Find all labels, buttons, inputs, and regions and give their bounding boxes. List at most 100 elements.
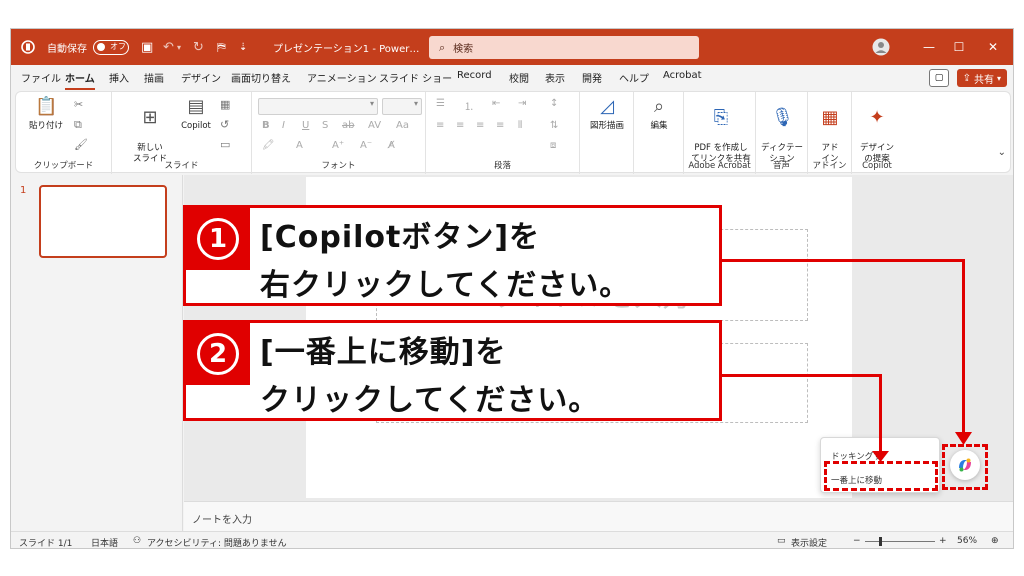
tab-transitions[interactable]: 画面切り替え bbox=[231, 70, 291, 85]
cut-icon[interactable]: ✂ bbox=[74, 98, 83, 111]
search-icon: ⌕ bbox=[439, 40, 446, 54]
search-box[interactable]: ⌕ 検索 bbox=[429, 36, 699, 59]
fit-slide-icon[interactable]: ⊕ bbox=[991, 536, 999, 546]
text-direction-icon[interactable]: ⇅ bbox=[550, 120, 558, 131]
bold-icon[interactable]: B bbox=[262, 120, 270, 131]
reset-icon[interactable]: ↺ bbox=[220, 118, 229, 131]
zoom-slider-thumb[interactable] bbox=[879, 537, 882, 546]
layout-icon[interactable]: ▦ bbox=[220, 98, 230, 111]
close-icon[interactable]: ✕ bbox=[975, 29, 1011, 65]
justify-icon[interactable]: ≡ bbox=[496, 120, 504, 131]
view-settings-icon: ▭ bbox=[777, 536, 786, 546]
chevron-down-icon: ▾ bbox=[996, 73, 1001, 83]
tab-developer[interactable]: 開発 bbox=[582, 70, 602, 85]
paste-button[interactable]: 📋 貼り付け bbox=[22, 96, 70, 132]
customize-toolbar-icon[interactable]: ⇣ bbox=[239, 29, 247, 65]
smartart-icon[interactable]: ⧈ bbox=[550, 140, 556, 151]
tab-acrobat[interactable]: Acrobat bbox=[663, 70, 702, 81]
maximize-icon[interactable]: ☐ bbox=[941, 29, 977, 65]
line-spacing-icon[interactable]: ↕ bbox=[550, 98, 558, 109]
present-icon[interactable]: ⛿ bbox=[217, 29, 226, 65]
align-right-icon[interactable]: ≡ bbox=[476, 120, 484, 131]
clear-format-icon[interactable]: A̸ bbox=[388, 140, 395, 151]
clipboard-group-label: クリップボード bbox=[33, 161, 94, 171]
tab-draw[interactable]: 描画 bbox=[144, 70, 164, 85]
underline-icon[interactable]: U bbox=[302, 120, 309, 131]
paste-icon: 📋 bbox=[35, 96, 58, 117]
bullets-icon[interactable]: ☰ bbox=[436, 98, 445, 109]
save-icon[interactable]: ▣ bbox=[141, 29, 153, 65]
step2-callout: 2 [一番上に移動]を クリックしてください。 bbox=[183, 320, 722, 421]
font-group-label: フォント bbox=[321, 161, 356, 171]
create-pdf-button[interactable]: ⎘ PDF を作成し てリンクを共有 bbox=[690, 96, 752, 165]
step1-connector-vertical bbox=[962, 259, 965, 437]
notes-placeholder: ノートを入力 bbox=[192, 515, 252, 526]
shrink-font-icon[interactable]: A⁻ bbox=[360, 140, 372, 151]
zoom-out-icon[interactable]: − bbox=[853, 536, 861, 546]
align-center-icon[interactable]: ≡ bbox=[456, 120, 464, 131]
tab-home[interactable]: ホーム bbox=[65, 70, 95, 90]
tab-record[interactable]: Record bbox=[457, 70, 492, 81]
account-avatar-icon[interactable] bbox=[863, 29, 899, 65]
case-icon[interactable]: Aa bbox=[396, 120, 409, 131]
tab-slideshow[interactable]: スライド ショー bbox=[379, 70, 452, 85]
zoom-level[interactable]: 56% bbox=[957, 536, 977, 546]
tab-animations[interactable]: アニメーション bbox=[307, 70, 377, 85]
shapes-button[interactable]: ◿ 図形描画 bbox=[583, 96, 631, 132]
tab-help[interactable]: ヘルプ bbox=[619, 70, 649, 85]
tab-review[interactable]: 校閲 bbox=[509, 70, 529, 85]
grow-font-icon[interactable]: A⁺ bbox=[332, 140, 344, 151]
strikethrough-icon[interactable]: ab bbox=[342, 120, 354, 131]
addins-button[interactable]: ▦ アド イン bbox=[806, 96, 854, 165]
notes-pane[interactable]: ノートを入力 bbox=[184, 501, 1013, 531]
comments-icon[interactable]: ▢ bbox=[929, 69, 949, 87]
outdent-icon[interactable]: ⇥ bbox=[518, 98, 526, 109]
powerpoint-logo-icon bbox=[21, 29, 35, 65]
edit-button[interactable]: ⌕ 編集 bbox=[635, 96, 683, 132]
view-settings[interactable]: 表示設定 bbox=[791, 536, 827, 548]
dictate-button[interactable]: 🎙 ディクテー ション bbox=[758, 96, 806, 165]
align-left-icon[interactable]: ≡ bbox=[436, 120, 444, 131]
redo-icon[interactable]: ↻ bbox=[193, 29, 204, 65]
group-voice: 🎙 ディクテー ション 音声 bbox=[756, 92, 808, 174]
ribbon: 📋 貼り付け ✂ ⧉ 🖌 クリップボード ⊞ 新しい スライド ▤ Copilo… bbox=[15, 91, 1011, 174]
zoom-in-icon[interactable]: + bbox=[939, 536, 947, 546]
copilot-ribbon-button[interactable]: ▤ Copilot bbox=[172, 96, 220, 132]
tab-file[interactable]: ファイル bbox=[21, 70, 61, 85]
language[interactable]: 日本語 bbox=[91, 536, 118, 548]
font-color-icon[interactable]: A bbox=[296, 140, 303, 151]
microphone-icon: 🎙 bbox=[771, 107, 794, 128]
paragraph-group-label: 段落 bbox=[493, 161, 511, 171]
tab-design[interactable]: デザイン bbox=[181, 70, 221, 85]
highlight-copilot-button bbox=[942, 444, 988, 490]
tab-view[interactable]: 表示 bbox=[545, 70, 565, 85]
share-button[interactable]: ⇪ 共有 ▾ bbox=[956, 69, 1007, 87]
shadow-icon[interactable]: S bbox=[322, 120, 328, 131]
status-bar: スライド 1/1 日本語 ⚇ アクセシビリティ: 問題ありません ▭ 表示設定 … bbox=[11, 531, 1013, 548]
columns-icon[interactable]: ⫴ bbox=[518, 120, 522, 131]
slides-group-label: スライド bbox=[164, 161, 199, 171]
tab-insert[interactable]: 挿入 bbox=[109, 70, 129, 85]
shapes-icon: ◿ bbox=[600, 96, 614, 117]
designer-button[interactable]: ✦ デザイン の提案 bbox=[853, 96, 901, 165]
font-size-combo[interactable]: ▾ bbox=[382, 98, 422, 115]
step1-number: 1 bbox=[197, 218, 239, 260]
numbering-icon[interactable]: ⒈ bbox=[464, 98, 474, 113]
section-icon[interactable]: ▭ bbox=[220, 138, 230, 151]
highlight-icon[interactable]: 🖍 bbox=[262, 140, 275, 151]
undo-icon[interactable]: ↶ bbox=[163, 29, 174, 65]
zoom-slider[interactable] bbox=[865, 541, 935, 542]
slide-thumbnail[interactable] bbox=[39, 185, 167, 258]
new-slide-button[interactable]: ⊞ 新しい スライド bbox=[126, 96, 174, 165]
step1-arrow-icon bbox=[955, 432, 972, 445]
spacing-icon[interactable]: AV bbox=[368, 120, 381, 131]
italic-icon[interactable]: I bbox=[282, 120, 285, 131]
font-family-combo[interactable]: ▾ bbox=[258, 98, 378, 115]
accessibility-status[interactable]: アクセシビリティ: 問題ありません bbox=[147, 536, 287, 548]
copy-icon[interactable]: ⧉ bbox=[74, 118, 82, 132]
ribbon-collapse-icon[interactable]: ⌄ bbox=[998, 147, 1006, 158]
indent-icon[interactable]: ⇤ bbox=[492, 98, 500, 109]
autosave-toggle[interactable]: オフ bbox=[93, 39, 129, 55]
format-painter-icon[interactable]: 🖌 bbox=[74, 138, 88, 151]
undo-dropdown-icon[interactable]: ▾ bbox=[177, 29, 181, 65]
